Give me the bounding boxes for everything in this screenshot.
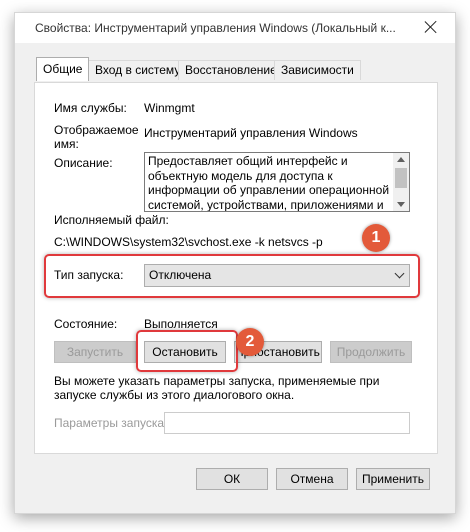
start-params-input[interactable] (164, 412, 410, 434)
start-button[interactable]: Запустить (54, 341, 136, 363)
highlight-stop-button (136, 330, 238, 372)
apply-button[interactable]: Применить (356, 468, 430, 490)
close-icon[interactable] (423, 19, 439, 35)
tab-dependencies[interactable]: Зависимости (274, 60, 361, 80)
title-bar: Свойства: Инструментарий управления Wind… (15, 13, 455, 43)
scroll-up-icon[interactable] (397, 157, 405, 162)
start-params-label: Параметры запуска: (54, 416, 168, 430)
display-name-value: Инструментарий управления Windows (144, 126, 358, 140)
status-label: Состояние: (54, 317, 118, 331)
status-value: Выполняется (144, 317, 218, 331)
ok-button[interactable]: ОК (196, 468, 268, 490)
display-name-label-line1: Отображаемое (54, 123, 139, 137)
description-text: Предоставляет общий интерфейс и объектну… (148, 154, 390, 212)
description-scrollbar[interactable] (393, 153, 409, 211)
startup-params-hint: Вы можете указать параметры запуска, при… (54, 374, 380, 402)
description-label: Описание: (54, 156, 113, 170)
service-name-label: Имя службы: (54, 101, 127, 115)
resume-button[interactable]: Продолжить (330, 341, 412, 363)
scroll-thumb[interactable] (395, 168, 407, 188)
step-badge-2: 2 (236, 328, 264, 356)
tab-general[interactable]: Общие (36, 57, 90, 81)
exe-label: Исполняемый файл: (54, 213, 169, 227)
window-title: Свойства: Инструментарий управления Wind… (35, 21, 395, 35)
exe-path: C:\WINDOWS\system32\svchost.exe -k netsv… (54, 235, 323, 249)
tab-logon[interactable]: Вход в систему (88, 60, 188, 80)
step-badge-1: 1 (362, 224, 390, 252)
description-box[interactable]: Предоставляет общий интерфейс и объектну… (144, 152, 410, 212)
highlight-startup-type (44, 254, 420, 298)
tab-recovery[interactable]: Восстановление (178, 60, 284, 80)
cancel-button[interactable]: Отмена (276, 468, 348, 490)
scroll-down-icon[interactable] (397, 202, 405, 207)
display-name-label-line2: имя: (54, 137, 79, 151)
service-name-value: Winmgmt (144, 101, 195, 115)
